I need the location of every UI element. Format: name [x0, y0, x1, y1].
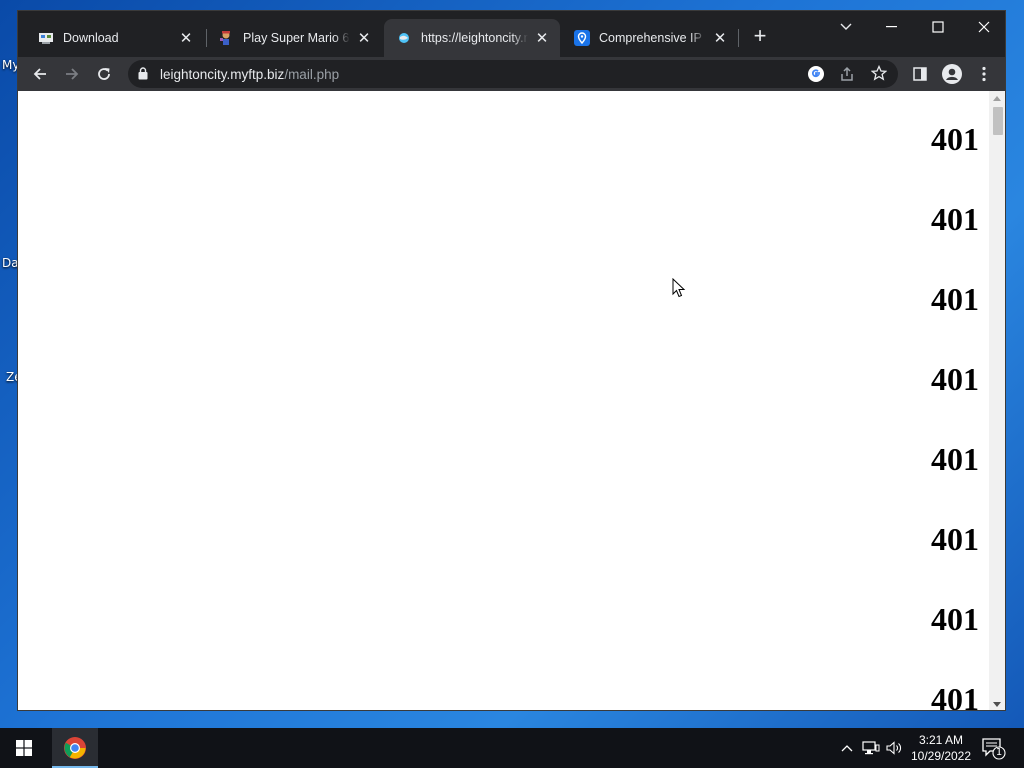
tab-mario[interactable]: Play Super Mario 64 Online ✕ — [206, 19, 382, 57]
show-hidden-icons-chevron-icon[interactable] — [838, 728, 856, 768]
status-code-text: 401 — [931, 281, 979, 317]
close-tab-icon[interactable]: ✕ — [534, 29, 550, 47]
lock-icon[interactable] — [138, 67, 148, 85]
url-path: /mail.php — [284, 67, 340, 82]
tab-separator — [738, 29, 739, 47]
status-code-text: 401 — [931, 521, 979, 557]
tab-leightoncity[interactable]: https://leightoncity.myftp.biz/mail.php … — [384, 19, 560, 57]
new-tab-button[interactable]: + — [748, 25, 772, 49]
status-code-text: 401 — [931, 121, 979, 157]
globe-favicon-icon — [396, 30, 412, 46]
bookmark-star-icon[interactable] — [870, 64, 888, 86]
back-icon[interactable] — [28, 62, 52, 86]
chrome-taskbar-icon[interactable] — [52, 728, 98, 768]
download-favicon-icon — [38, 30, 54, 46]
status-code-text: 401 — [931, 681, 979, 711]
scroll-down-arrow-icon[interactable] — [993, 702, 1001, 707]
tab-title: Play Super Mario 64 Online — [243, 31, 350, 45]
maximize-icon[interactable] — [915, 11, 961, 43]
forward-icon[interactable] — [60, 62, 84, 86]
close-tab-icon[interactable]: ✕ — [712, 29, 728, 47]
address-bar[interactable]: leightoncity.myftp.biz/mail.php — [128, 60, 898, 88]
share-icon[interactable] — [839, 66, 855, 87]
tab-strip: Download ✕ Play Super Mario 64 Online ✕ … — [18, 11, 1005, 57]
status-code-text: 401 — [931, 361, 979, 397]
side-panel-icon[interactable] — [908, 62, 932, 86]
scrollbar-thumb[interactable] — [993, 107, 1003, 135]
url-host: leightoncity.myftp.biz — [160, 67, 285, 82]
tab-title: Comprehensive IP address lookup — [599, 31, 706, 45]
windows-start-icon[interactable] — [0, 728, 48, 768]
taskbar: 3:21 AM 10/29/2022 1 — [0, 728, 1024, 768]
tab-search-icon[interactable] — [823, 11, 869, 43]
profile-avatar-icon[interactable] — [940, 62, 964, 86]
close-tab-icon[interactable]: ✕ — [178, 29, 194, 47]
minimize-icon[interactable] — [869, 11, 915, 43]
notification-count-badge: 1 — [995, 747, 1003, 758]
google-lens-icon[interactable] — [807, 65, 825, 88]
clock-time: 3:21 AM — [918, 733, 964, 747]
browser-toolbar: leightoncity.myftp.biz/mail.php — [18, 57, 1005, 91]
tab-title: https://leightoncity.myftp.biz/mail.php — [421, 31, 528, 45]
reload-icon[interactable] — [92, 62, 116, 86]
url-text[interactable]: leightoncity.myftp.biz/mail.php — [160, 67, 339, 82]
clock-date: 10/29/2022 — [910, 749, 972, 763]
close-window-icon[interactable] — [961, 11, 1005, 43]
status-code-text: 401 — [931, 201, 979, 237]
mario-favicon-icon — [218, 30, 234, 46]
status-code-text: 401 — [931, 441, 979, 477]
tab-ip-lookup[interactable]: Comprehensive IP address lookup ✕ — [562, 19, 738, 57]
scroll-up-arrow-icon[interactable] — [993, 96, 1001, 101]
page-content: 401 401 401 401 401 401 401 401 — [18, 91, 989, 711]
browser-window: Download ✕ Play Super Mario 64 Online ✕ … — [17, 10, 1006, 711]
vertical-scrollbar[interactable] — [989, 91, 1005, 710]
location-pin-favicon-icon — [574, 30, 590, 46]
volume-icon[interactable] — [884, 728, 906, 768]
close-tab-icon[interactable]: ✕ — [356, 29, 372, 47]
menu-kebab-icon[interactable] — [972, 62, 996, 86]
notification-center-icon[interactable]: 1 — [980, 736, 1006, 760]
system-clock[interactable]: 3:21 AM 10/29/2022 — [906, 732, 976, 764]
network-icon[interactable] — [860, 728, 882, 768]
tab-download[interactable]: Download ✕ — [26, 19, 204, 57]
mouse-cursor-icon — [672, 277, 686, 303]
status-code-text: 401 — [931, 601, 979, 637]
tab-title: Download — [63, 31, 119, 45]
